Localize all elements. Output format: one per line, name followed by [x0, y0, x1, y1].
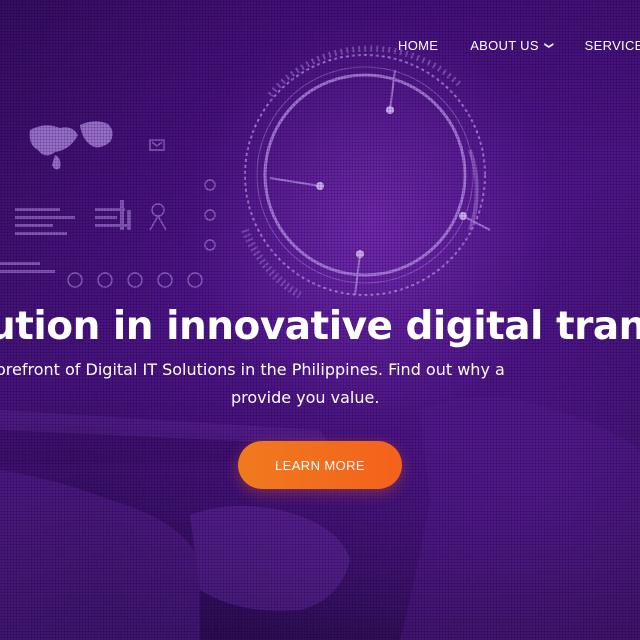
- nav-item-about-us[interactable]: ABOUT US ❯: [470, 38, 555, 53]
- learn-more-button[interactable]: LEARN MORE: [238, 441, 402, 489]
- main-navigation: HOME ABOUT US ❯ SERVICE: [398, 38, 640, 53]
- hero-headline: ution in innovative digital transfo: [0, 304, 640, 350]
- chevron-down-icon: ❯: [544, 41, 555, 50]
- nav-item-home[interactable]: HOME: [398, 38, 438, 53]
- nav-item-label: HOME: [398, 38, 439, 53]
- nav-item-label: ABOUT US: [470, 38, 539, 53]
- hero-subtitle-line-2: provide you value.: [231, 388, 380, 407]
- nav-item-label: SERVICE: [584, 38, 640, 53]
- nav-item-services[interactable]: SERVICE: [585, 38, 640, 53]
- hero-section: HOME ABOUT US ❯ SERVICE ution in innovat…: [0, 0, 640, 640]
- hero-subtitle-line-1: orefront of Digital IT Solutions in the …: [0, 360, 505, 379]
